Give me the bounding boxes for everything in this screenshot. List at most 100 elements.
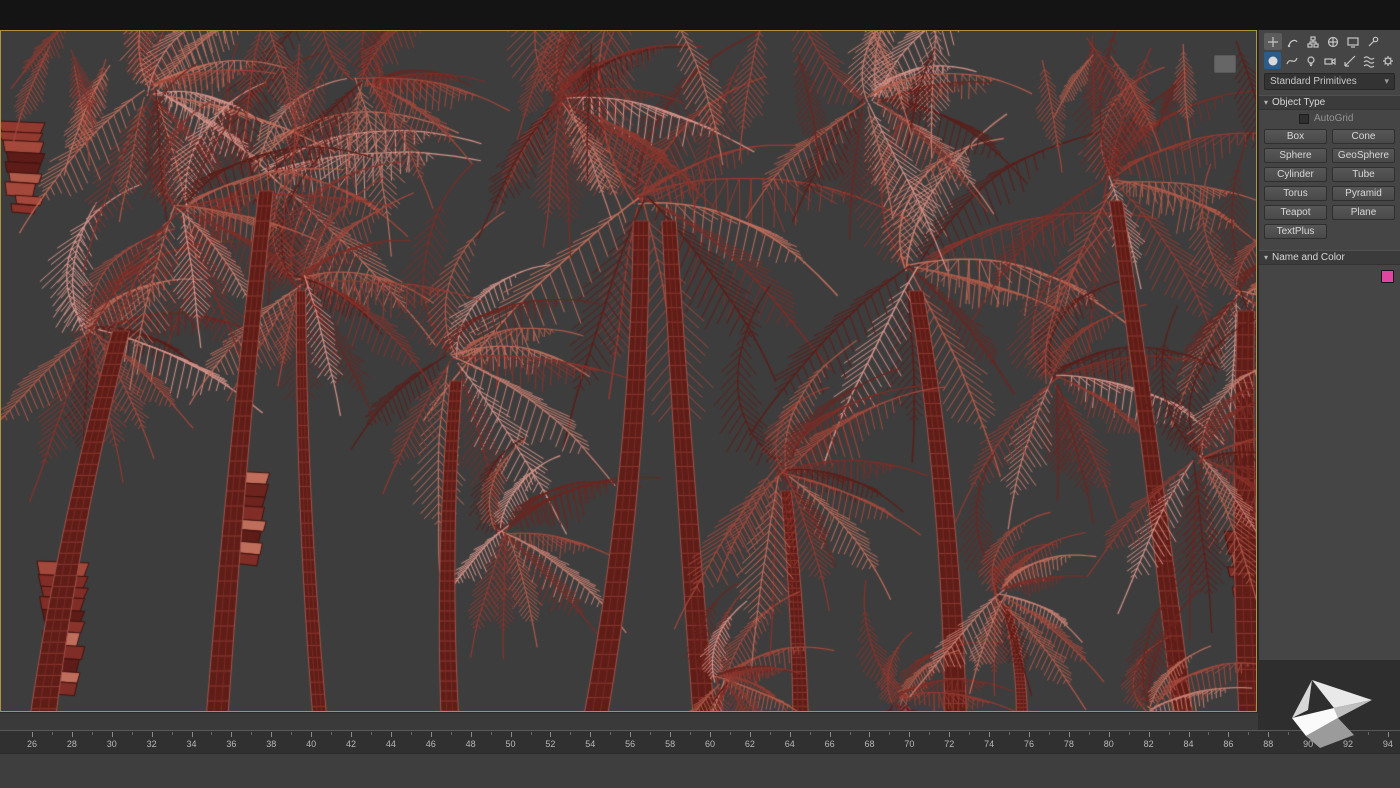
- object-type-button-geosphere[interactable]: GeoSphere: [1332, 148, 1395, 163]
- 3ds-max-logo: [1284, 672, 1376, 750]
- object-color-swatch[interactable]: [1381, 270, 1394, 283]
- motion-icon: [1326, 35, 1340, 49]
- autogrid-label: AutoGrid: [1314, 113, 1353, 124]
- timeline-ruler[interactable]: 2628303234363840424446485052545658606264…: [0, 730, 1400, 753]
- timeline-minor-tick: [251, 732, 252, 735]
- timeline-frame-label: 46: [426, 739, 436, 749]
- primitives-dropdown[interactable]: Standard Primitives ▾: [1264, 73, 1395, 90]
- systems-gear-icon: [1381, 54, 1395, 68]
- timeline-tick: [949, 732, 950, 737]
- timeline-minor-tick: [491, 732, 492, 735]
- rollout-object-type[interactable]: ▾ Object Type: [1259, 95, 1400, 110]
- timeline-frame-label: 34: [187, 739, 197, 749]
- name-and-color-row: [1259, 265, 1400, 289]
- viewport[interactable]: [0, 30, 1257, 712]
- timeline-tick: [311, 732, 312, 737]
- timeline-minor-tick: [52, 732, 53, 735]
- category-helpers[interactable]: [1341, 52, 1358, 69]
- timeline-minor-tick: [132, 732, 133, 735]
- timeline-frame-label: 64: [785, 739, 795, 749]
- object-type-button-plane[interactable]: Plane: [1332, 205, 1395, 220]
- timeline-frame-label: 48: [466, 739, 476, 749]
- timeline-frame-label: 80: [1104, 739, 1114, 749]
- category-systems[interactable]: [1380, 52, 1397, 69]
- object-type-button-tube[interactable]: Tube: [1332, 167, 1395, 182]
- utilities-icon: [1366, 35, 1380, 49]
- object-type-button-pyramid[interactable]: Pyramid: [1332, 186, 1395, 201]
- rollout-name-and-color[interactable]: ▾ Name and Color: [1259, 250, 1400, 265]
- autogrid-checkbox[interactable]: [1299, 114, 1309, 124]
- timeline-minor-tick: [172, 732, 173, 735]
- modify-icon: [1286, 35, 1300, 49]
- tab-create[interactable]: [1264, 33, 1282, 50]
- timeline-tick: [511, 732, 512, 737]
- timeline-tick: [152, 732, 153, 737]
- object-type-button-sphere[interactable]: Sphere: [1264, 148, 1327, 163]
- timeline-frame-label: 30: [107, 739, 117, 749]
- timeline-frame-label: 72: [944, 739, 954, 749]
- category-lights[interactable]: [1303, 52, 1320, 69]
- tab-display[interactable]: [1344, 33, 1362, 50]
- timeline-tick: [670, 732, 671, 737]
- timeline-tick: [32, 732, 33, 737]
- timeline-tick: [909, 732, 910, 737]
- timeline-frame-label: 38: [266, 739, 276, 749]
- timeline-tick: [391, 732, 392, 737]
- category-shapes[interactable]: [1283, 52, 1300, 69]
- object-type-button-torus[interactable]: Torus: [1264, 186, 1327, 201]
- timeline-frame-label: 26: [27, 739, 37, 749]
- tab-motion[interactable]: [1324, 33, 1342, 50]
- tab-modify[interactable]: [1284, 33, 1302, 50]
- object-type-button-box[interactable]: Box: [1264, 129, 1327, 144]
- timeline-tick: [710, 732, 711, 737]
- timeline-minor-tick: [850, 732, 851, 735]
- object-type-button-textplus[interactable]: TextPlus: [1264, 224, 1327, 239]
- timeline-frame-label: 32: [147, 739, 157, 749]
- timeline-tick: [1189, 732, 1190, 737]
- timeline-tick: [231, 732, 232, 737]
- create-category-row: [1259, 51, 1400, 70]
- timeline-tick: [351, 732, 352, 737]
- timeline-tick: [112, 732, 113, 737]
- timeline-minor-tick: [1049, 732, 1050, 735]
- timeline-frame-label: 56: [625, 739, 635, 749]
- object-type-button-cylinder[interactable]: Cylinder: [1264, 167, 1327, 182]
- timeline-frame-label: 94: [1383, 739, 1393, 749]
- timeline-tick: [869, 732, 870, 737]
- chevron-down-icon: ▾: [1384, 76, 1389, 87]
- primitives-dropdown-label: Standard Primitives: [1270, 76, 1357, 87]
- timeline-minor-tick: [291, 732, 292, 735]
- timeline-minor-tick: [1129, 732, 1130, 735]
- cameras-icon: [1323, 54, 1337, 68]
- category-spacewarps[interactable]: [1360, 52, 1377, 69]
- timeline-tick: [750, 732, 751, 737]
- object-type-button-teapot[interactable]: Teapot: [1264, 205, 1327, 220]
- tab-utilities[interactable]: [1364, 33, 1382, 50]
- timeline-frame-label: 52: [545, 739, 555, 749]
- top-bar: [0, 0, 1400, 30]
- timeline-minor-tick: [531, 732, 532, 735]
- timeline-frame-label: 36: [226, 739, 236, 749]
- tab-hierarchy[interactable]: [1304, 33, 1322, 50]
- timeline-minor-tick: [690, 732, 691, 735]
- object-type-button-cone[interactable]: Cone: [1332, 129, 1395, 144]
- viewcube[interactable]: [1214, 55, 1236, 73]
- command-panel-tabs: [1259, 30, 1400, 51]
- timeline-frame-label: 78: [1064, 739, 1074, 749]
- timeline-minor-tick: [1248, 732, 1249, 735]
- timeline-tick: [630, 732, 631, 737]
- viewport-canvas[interactable]: [1, 31, 1256, 711]
- shapes-spline-icon: [1285, 54, 1299, 68]
- timeline-minor-tick: [451, 732, 452, 735]
- timeline-frame-label: 68: [864, 739, 874, 749]
- category-cameras[interactable]: [1322, 52, 1339, 69]
- timeline-tick: [1268, 732, 1269, 737]
- timeline-minor-tick: [810, 732, 811, 735]
- track-bar[interactable]: [0, 712, 1258, 730]
- timeline-frame-label: 88: [1263, 739, 1273, 749]
- category-geometry[interactable]: [1264, 52, 1281, 69]
- rollout-open-icon: ▾: [1264, 253, 1268, 262]
- timeline-minor-tick: [211, 732, 212, 735]
- spacewarps-waves-icon: [1362, 54, 1376, 68]
- timeline-minor-tick: [889, 732, 890, 735]
